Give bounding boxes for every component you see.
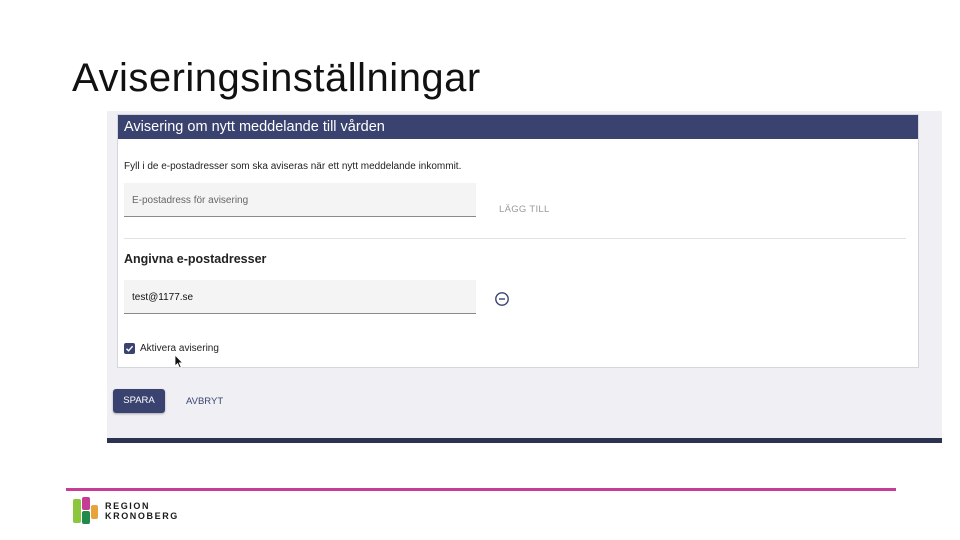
slide-title: Aviseringsinställningar	[72, 56, 481, 100]
cancel-button[interactable]: AVBRYT	[186, 396, 223, 407]
instruction-text: Fyll i de e-postadresser som ska avisera…	[124, 161, 462, 172]
email-input[interactable]: E-postadress för avisering	[124, 183, 476, 217]
region-kronoberg-logo: REGION KRONOBERG	[73, 497, 179, 525]
footer-divider	[66, 488, 896, 491]
divider	[124, 238, 906, 239]
card-header: Avisering om nytt meddelande till vården	[118, 115, 918, 139]
entered-email-field[interactable]: test@1177.se	[124, 280, 476, 314]
mouse-pointer-icon	[174, 354, 184, 369]
logo-text: REGION KRONOBERG	[105, 501, 179, 521]
activate-checkbox[interactable]	[124, 343, 135, 354]
activate-notification-row[interactable]: Aktivera avisering	[124, 343, 219, 354]
app-screenshot: Avisering om nytt meddelande till vården…	[107, 111, 942, 443]
notification-card: Avisering om nytt meddelande till vården…	[117, 114, 919, 368]
check-icon	[126, 345, 134, 352]
save-button[interactable]: SPARA	[113, 389, 165, 413]
checkbox-label: Aktivera avisering	[140, 343, 219, 354]
add-button[interactable]: LÄGG TILL	[499, 204, 550, 215]
region-logo-icon	[73, 497, 98, 524]
section-heading: Angivna e-postadresser	[124, 252, 267, 266]
minus-circle-icon[interactable]	[494, 291, 510, 307]
